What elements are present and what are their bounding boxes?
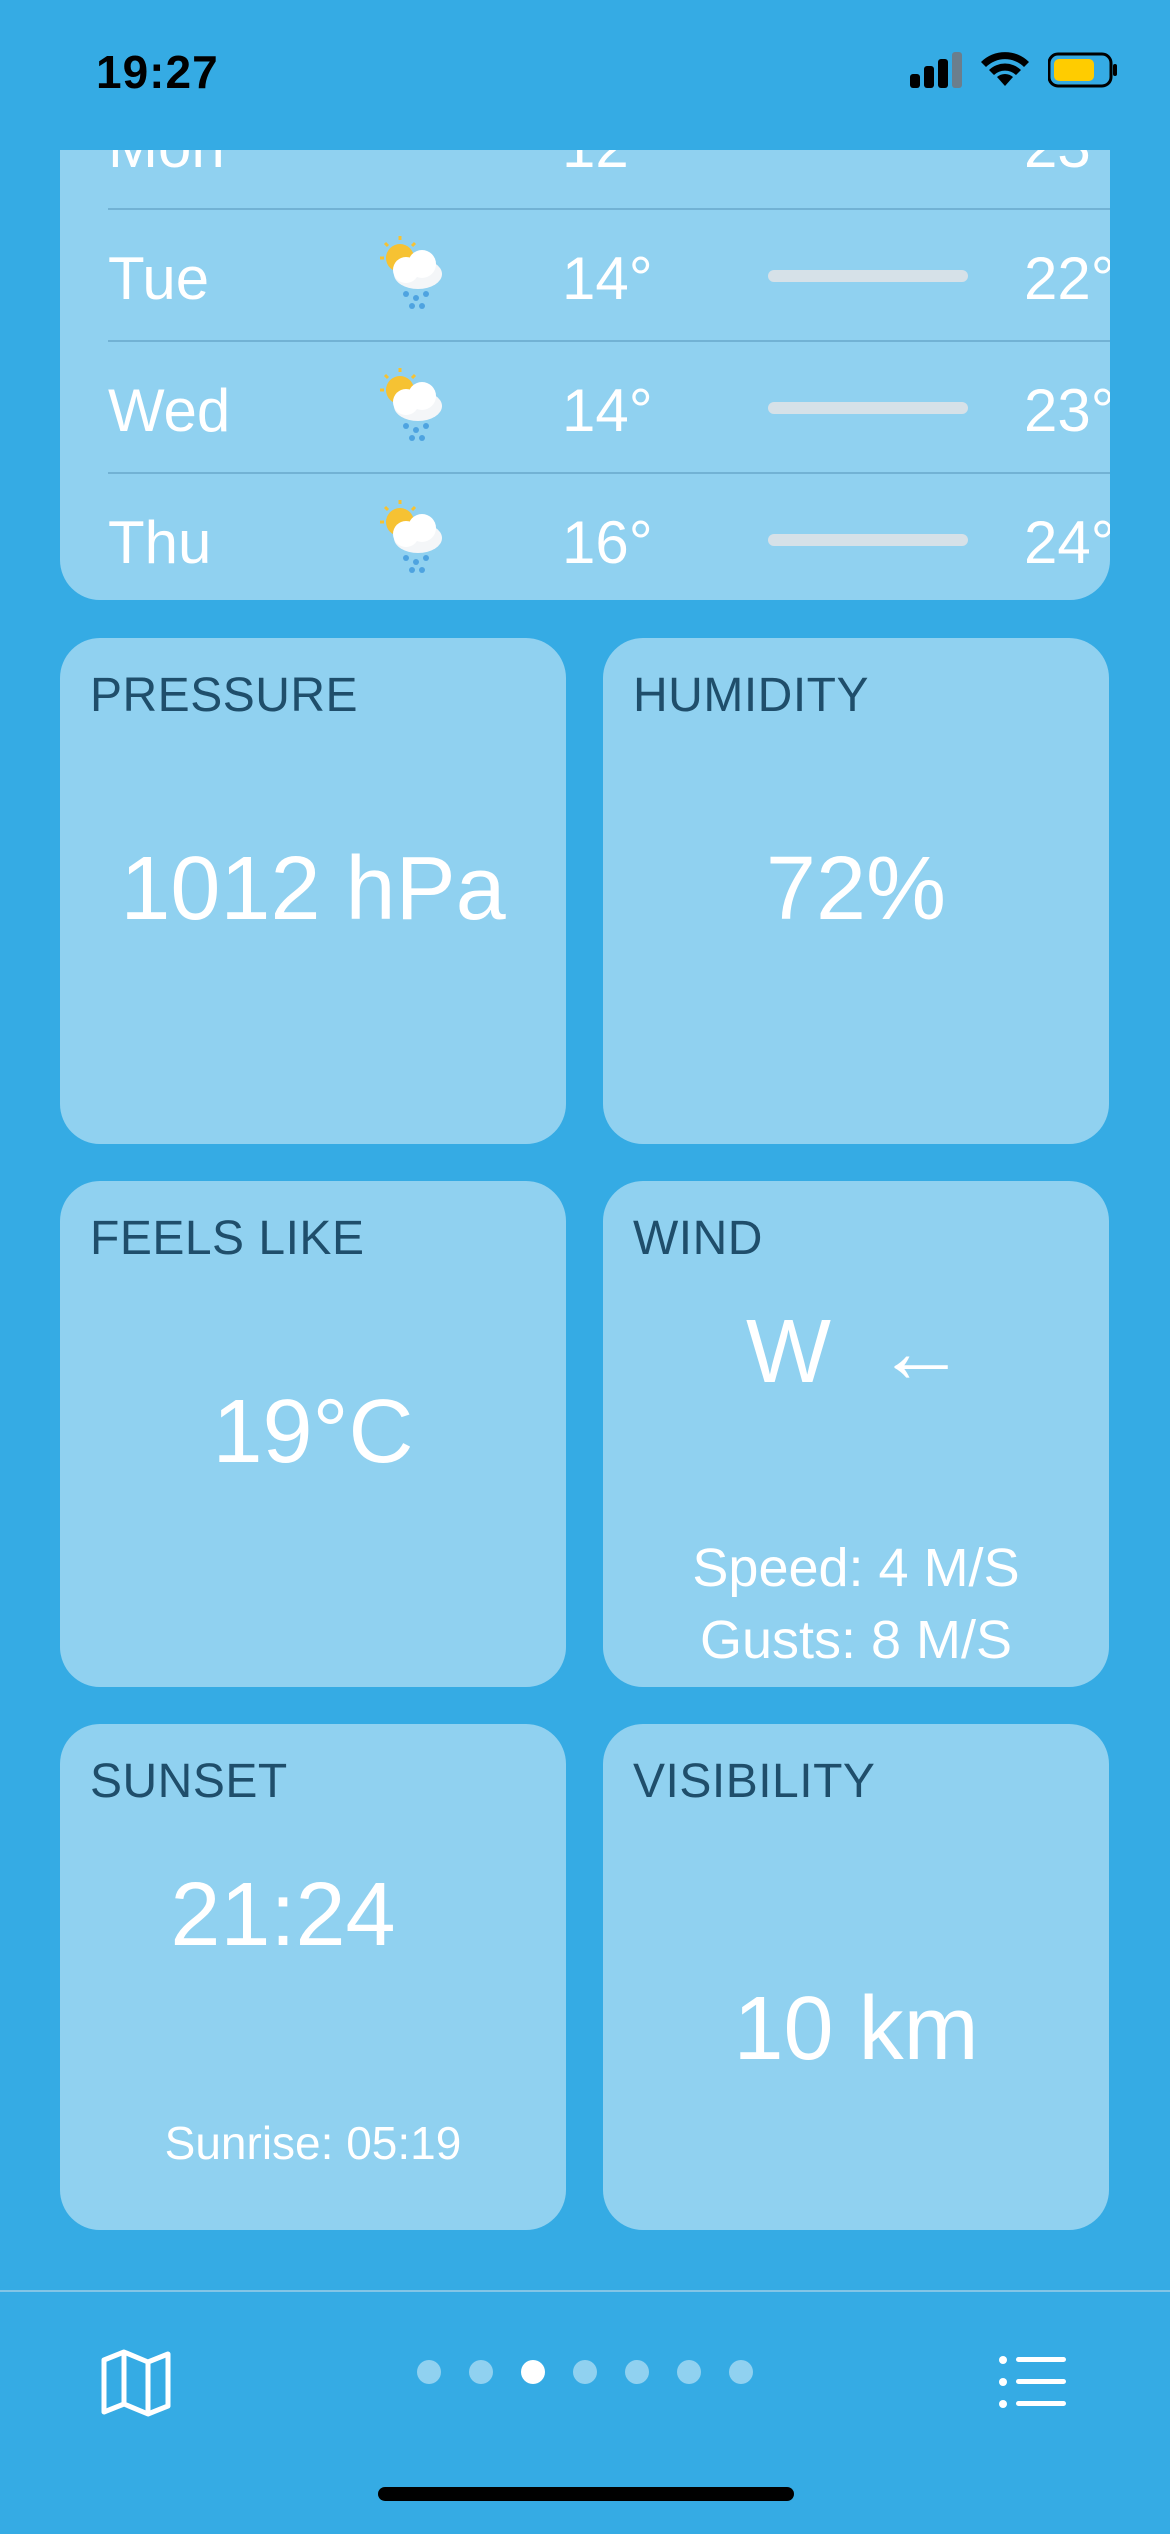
daily-forecast-panel[interactable]: Mon 12° 23° Tue 14° 22° xyxy=(60,150,1110,600)
tile-title: WIND xyxy=(633,1212,763,1265)
day-max-temp: 23° xyxy=(1024,377,1110,444)
page-dot[interactable] xyxy=(625,2360,649,2384)
page-dot[interactable] xyxy=(417,2360,441,2384)
sun-cloud-rain-icon xyxy=(372,232,452,312)
tile-title: FEELS LIKE xyxy=(90,1212,365,1265)
page-dot-active[interactable] xyxy=(521,2360,545,2384)
temperature-range-bar xyxy=(768,270,968,282)
feels-like-tile[interactable]: FEELS LIKE 19°C xyxy=(60,1181,566,1687)
day-max-temp: 24° xyxy=(1024,509,1110,576)
wind-gusts: Gusts: 8 M/S xyxy=(699,1610,1013,1670)
humidity-tile[interactable]: HUMIDITY 72% xyxy=(603,638,1109,1144)
day-max-temp: 22° xyxy=(1024,245,1110,312)
arrow-left-icon: ← xyxy=(875,1302,966,1402)
visibility-value: 10 km xyxy=(733,1979,979,2079)
forecast-row-tue: Tue 14° 22° xyxy=(108,208,1110,342)
page-dot[interactable] xyxy=(573,2360,597,2384)
status-time: 19:27 xyxy=(96,46,219,98)
tile-title: VISIBILITY xyxy=(633,1755,876,1808)
sunset-tile[interactable]: SUNSET 21:24 Sunrise: 05:19 xyxy=(60,1724,566,2230)
day-min-temp: 16° xyxy=(562,509,653,576)
sun-cloud-rain-icon xyxy=(372,496,452,576)
home-indicator[interactable] xyxy=(378,2487,794,2501)
wind-direction: W ← xyxy=(603,1301,1109,1404)
pressure-tile[interactable]: PRESSURE 1012 hPa xyxy=(60,638,566,1144)
signal-icon xyxy=(910,52,962,93)
day-name: Mon xyxy=(108,150,225,181)
day-min-temp: 14° xyxy=(562,245,653,312)
page-dot[interactable] xyxy=(729,2360,753,2384)
humidity-value: 72% xyxy=(765,839,947,939)
day-max-temp: 23° xyxy=(1024,150,1110,181)
status-icons xyxy=(910,52,1118,93)
wind-speed: Speed: 4 M/S xyxy=(692,1538,1020,1598)
tile-title: HUMIDITY xyxy=(633,669,869,722)
day-min-temp: 14° xyxy=(562,377,653,444)
page-dot[interactable] xyxy=(677,2360,701,2384)
page-indicator[interactable] xyxy=(0,2360,1170,2384)
forecast-row-wed: Wed 14° 23° xyxy=(108,340,1110,474)
list-icon[interactable] xyxy=(998,2354,1068,2415)
forecast-row-thu: Thu 16° 24° xyxy=(108,472,1110,600)
day-name: Thu xyxy=(108,509,212,576)
page-dot[interactable] xyxy=(469,2360,493,2384)
wifi-icon xyxy=(980,52,1030,93)
sunset-value: 21:24 xyxy=(170,1865,396,1965)
tile-title: PRESSURE xyxy=(90,669,359,722)
sun-cloud-rain-icon xyxy=(372,364,452,444)
day-name: Tue xyxy=(108,245,210,312)
temperature-range-bar xyxy=(768,534,968,546)
status-bar: 19:27 xyxy=(0,0,1170,150)
day-name: Wed xyxy=(108,377,231,444)
feels-like-value: 19°C xyxy=(212,1382,414,1482)
visibility-tile[interactable]: VISIBILITY 10 km xyxy=(603,1724,1109,2230)
forecast-row-partial: Mon 12° 23° xyxy=(108,150,1110,210)
battery-icon xyxy=(1047,52,1118,93)
wind-direction-label: W xyxy=(746,1302,831,1402)
wind-tile[interactable]: WIND W ← Speed: 4 M/S Gusts: 8 M/S xyxy=(603,1181,1109,1687)
temperature-range-bar xyxy=(768,402,968,414)
sunrise-value: Sunrise: 05:19 xyxy=(164,2117,462,2169)
tile-title: SUNSET xyxy=(90,1755,288,1808)
day-min-temp: 12° xyxy=(562,150,653,181)
pressure-value: 1012 hPa xyxy=(120,839,506,939)
